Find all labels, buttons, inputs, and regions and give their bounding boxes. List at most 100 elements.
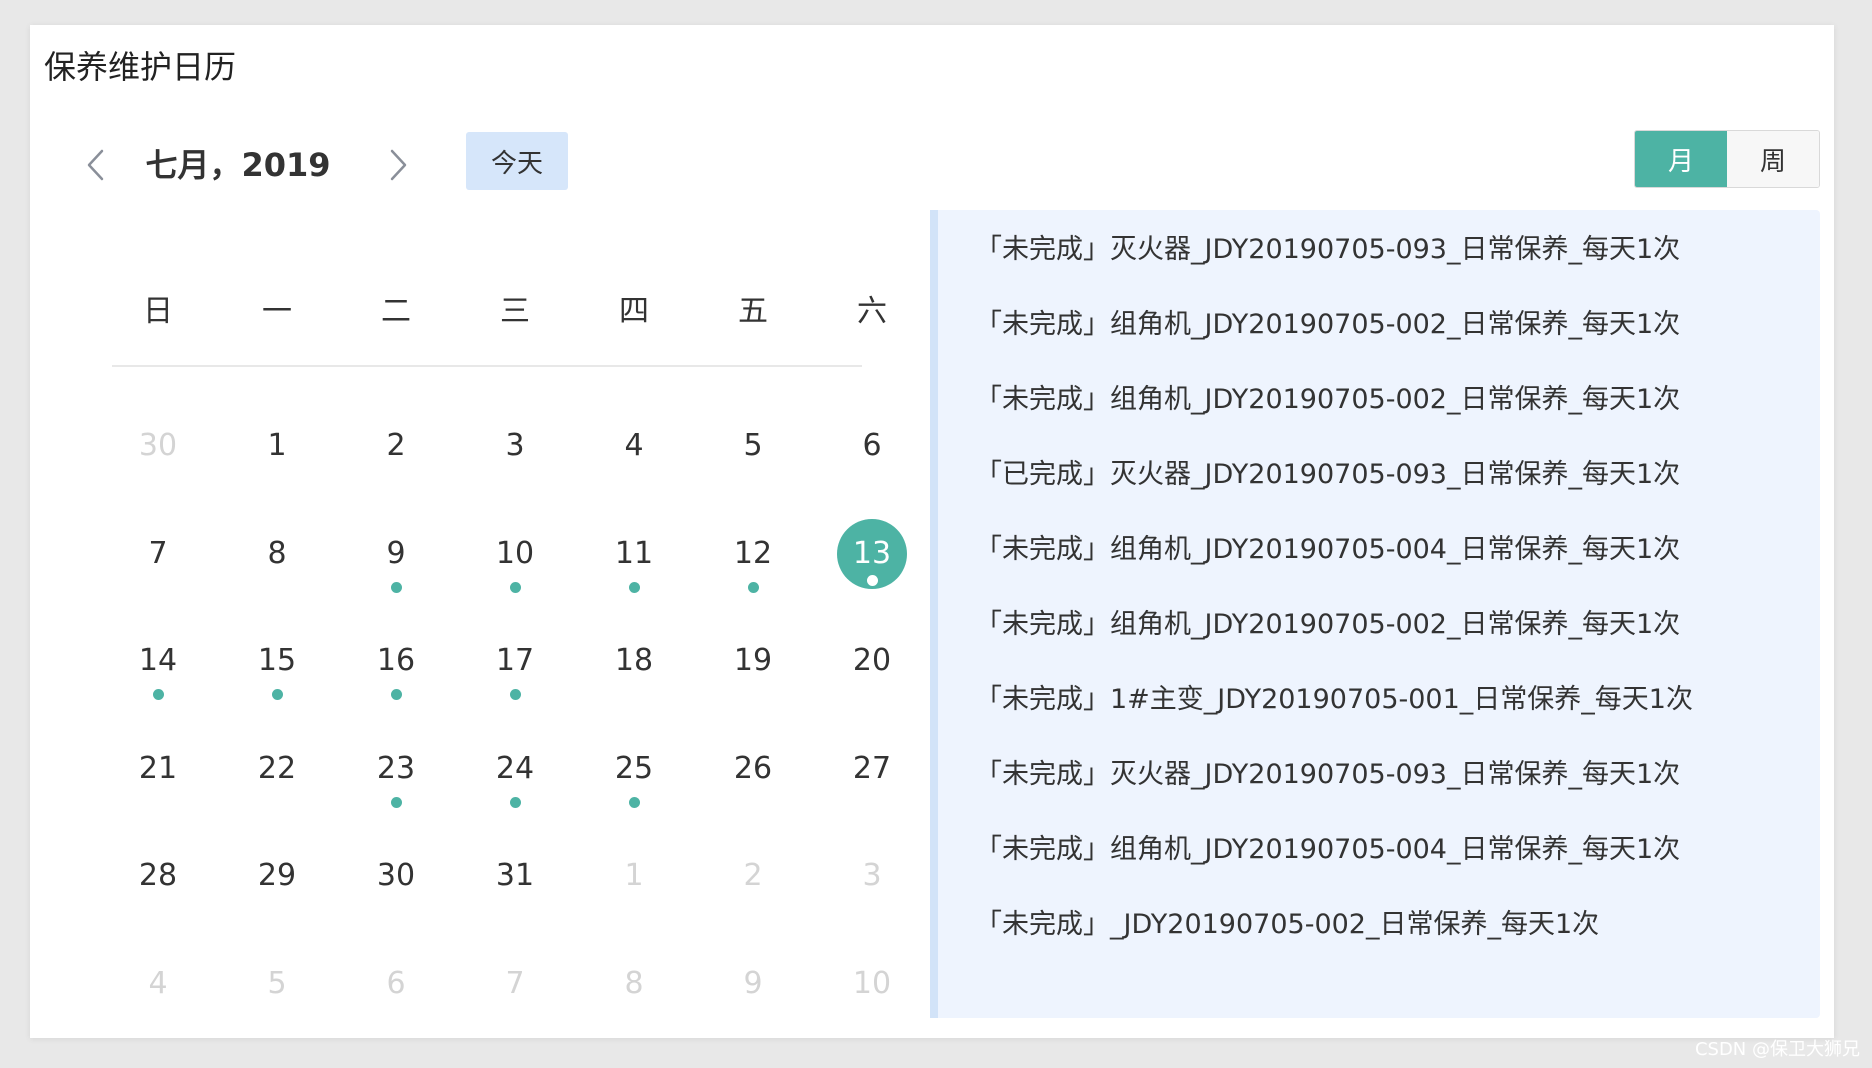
day-number: 23 [376, 751, 416, 786]
day-cell[interactable]: 4 [98, 960, 218, 1040]
event-dot-indicator [629, 582, 640, 593]
week-view-button[interactable]: 周 [1727, 131, 1819, 187]
day-number: 3 [505, 428, 525, 463]
day-cell[interactable]: 8 [217, 530, 337, 610]
day-cell[interactable]: 6 [812, 422, 932, 502]
day-number: 21 [138, 751, 178, 786]
event-dot-indicator [748, 582, 759, 593]
day-number: 12 [733, 536, 773, 571]
day-number: 10 [495, 536, 535, 571]
event-item[interactable]: 「已完成」灭火器_JDY20190705-093_日常保养_每天1次 [975, 455, 1680, 495]
day-cell[interactable]: 27 [812, 745, 932, 825]
day-cell[interactable]: 4 [574, 422, 694, 502]
event-item[interactable]: 「未完成」组角机_JDY20190705-002_日常保养_每天1次 [975, 305, 1680, 345]
event-item[interactable]: 「未完成」组角机_JDY20190705-004_日常保养_每天1次 [975, 530, 1680, 570]
event-item[interactable]: 「未完成」组角机_JDY20190705-004_日常保养_每天1次 [975, 830, 1680, 870]
day-cell[interactable]: 14 [98, 637, 218, 717]
day-number: 18 [614, 643, 654, 678]
day-cell[interactable]: 18 [574, 637, 694, 717]
day-number: 30 [376, 858, 416, 893]
event-dot-indicator [391, 582, 402, 593]
event-dot-indicator [391, 797, 402, 808]
day-number: 8 [267, 536, 287, 571]
event-dot-indicator [629, 797, 640, 808]
day-cell[interactable]: 7 [455, 960, 575, 1040]
month-view-button[interactable]: 月 [1635, 131, 1727, 187]
day-cell[interactable]: 7 [98, 530, 218, 610]
day-cell[interactable]: 31 [455, 852, 575, 932]
day-cell[interactable]: 28 [98, 852, 218, 932]
day-cell[interactable]: 20 [812, 637, 932, 717]
day-cell-selected[interactable]: 13 [812, 519, 932, 610]
day-number: 1 [267, 428, 287, 463]
day-number: 2 [743, 858, 763, 893]
day-cell[interactable]: 5 [693, 422, 813, 502]
day-cell[interactable]: 3 [455, 422, 575, 502]
event-item[interactable]: 「未完成」灭火器_JDY20190705-093_日常保养_每天1次 [975, 230, 1680, 270]
day-number: 11 [614, 536, 654, 571]
event-dot-indicator [153, 689, 164, 700]
view-toggle: 月 周 [1634, 130, 1820, 188]
day-number: 5 [267, 966, 287, 1001]
day-number: 27 [852, 751, 892, 786]
watermark: CSDN @保卫大狮兄 [1694, 1039, 1860, 1060]
event-item[interactable]: 「未完成」组角机_JDY20190705-002_日常保养_每天1次 [975, 605, 1680, 645]
day-cell[interactable]: 10 [455, 530, 575, 610]
day-number: 13 [852, 536, 892, 571]
day-cell[interactable]: 10 [812, 960, 932, 1040]
day-cell[interactable]: 8 [574, 960, 694, 1040]
day-cell[interactable]: 3 [812, 852, 932, 932]
event-item[interactable]: 「未完成」_JDY20190705-002_日常保养_每天1次 [975, 905, 1599, 945]
event-dot-indicator [510, 582, 521, 593]
day-cell[interactable]: 9 [336, 530, 456, 610]
event-item[interactable]: 「未完成」1#主变_JDY20190705-001_日常保养_每天1次 [975, 680, 1693, 720]
day-cell[interactable]: 2 [336, 422, 456, 502]
day-number: 17 [495, 643, 535, 678]
event-dot-indicator [272, 689, 283, 700]
day-cell[interactable]: 19 [693, 637, 813, 717]
day-cell[interactable]: 24 [455, 745, 575, 825]
day-number: 14 [138, 643, 178, 678]
day-number: 7 [505, 966, 525, 1001]
day-cell[interactable]: 12 [693, 530, 813, 610]
event-item[interactable]: 「未完成」灭火器_JDY20190705-093_日常保养_每天1次 [975, 755, 1680, 795]
day-cell[interactable]: 11 [574, 530, 694, 610]
event-dot-indicator [510, 689, 521, 700]
day-cell[interactable]: 1 [574, 852, 694, 932]
day-cell[interactable]: 17 [455, 637, 575, 717]
day-number: 4 [624, 428, 644, 463]
calendar-card: 保养维护日历 七月，2019 今天 月 周 日 一 二 三 四 五 六 30 1 2… [30, 25, 1834, 1038]
day-number: 16 [376, 643, 416, 678]
day-number: 3 [862, 858, 882, 893]
day-number: 8 [624, 966, 644, 1001]
day-cell[interactable]: 23 [336, 745, 456, 825]
day-cell[interactable]: 30 [336, 852, 456, 932]
day-number: 6 [862, 428, 882, 463]
day-cell[interactable]: 21 [98, 745, 218, 825]
event-dot-indicator [867, 575, 878, 586]
event-item[interactable]: 「未完成」组角机_JDY20190705-002_日常保养_每天1次 [975, 380, 1680, 420]
day-cell[interactable]: 9 [693, 960, 813, 1040]
day-cell[interactable]: 6 [336, 960, 456, 1040]
day-number: 15 [257, 643, 297, 678]
day-cell[interactable]: 15 [217, 637, 337, 717]
day-number: 6 [386, 966, 406, 1001]
day-cell[interactable]: 22 [217, 745, 337, 825]
event-dot-indicator [391, 689, 402, 700]
day-number: 1 [624, 858, 644, 893]
day-cell[interactable]: 5 [217, 960, 337, 1040]
day-cell[interactable]: 1 [217, 422, 337, 502]
event-dot-indicator [510, 797, 521, 808]
day-cell[interactable]: 25 [574, 745, 694, 825]
day-cell[interactable]: 29 [217, 852, 337, 932]
day-cell[interactable]: 30 [98, 422, 218, 502]
day-number: 2 [386, 428, 406, 463]
day-number: 24 [495, 751, 535, 786]
day-cell[interactable]: 26 [693, 745, 813, 825]
day-number: 5 [743, 428, 763, 463]
day-number: 10 [852, 966, 892, 1001]
day-number: 30 [138, 428, 178, 463]
day-cell[interactable]: 16 [336, 637, 456, 717]
day-cell[interactable]: 2 [693, 852, 813, 932]
day-number: 20 [852, 643, 892, 678]
